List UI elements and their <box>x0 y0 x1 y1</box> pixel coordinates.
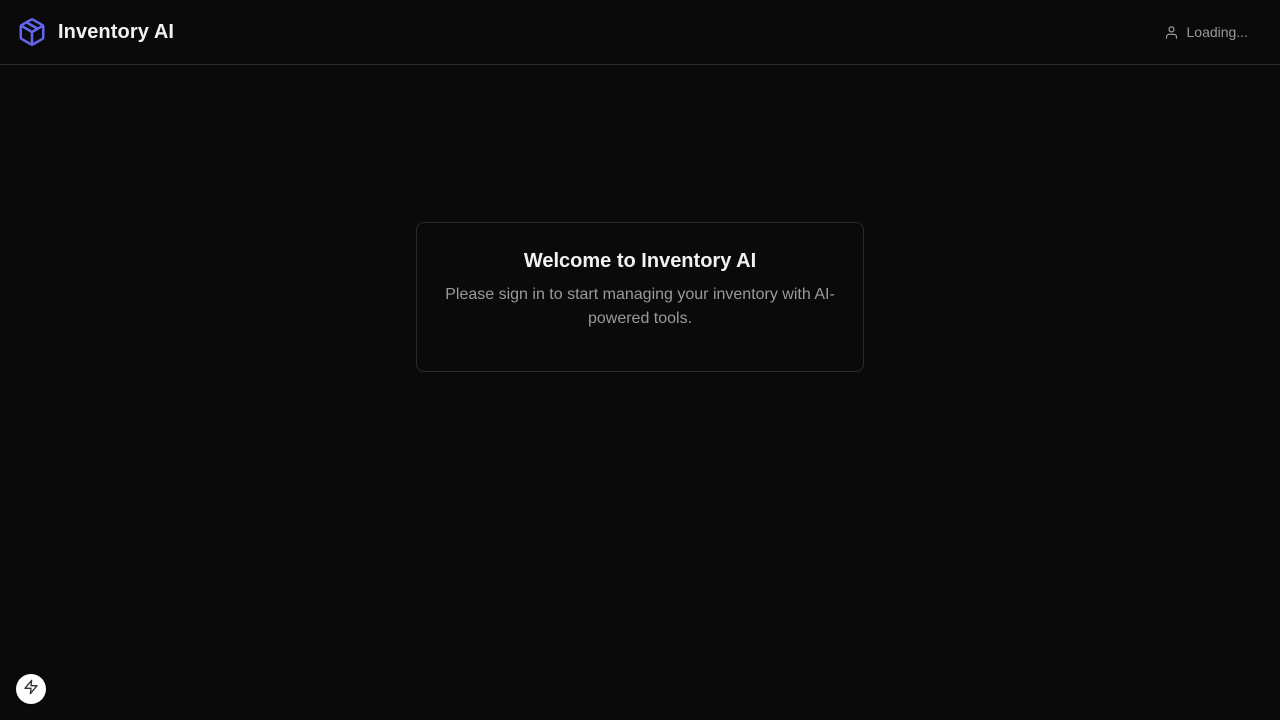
user-status-label: Loading... <box>1186 24 1249 40</box>
welcome-card: Welcome to Inventory AI Please sign in t… <box>416 222 864 372</box>
app-title: Inventory AI <box>58 20 175 43</box>
lightning-bolt-icon <box>23 679 39 700</box>
brand[interactable]: Inventory AI <box>16 16 174 48</box>
welcome-description: Please sign in to start managing your in… <box>445 286 835 327</box>
top-header: Inventory AI Loading... <box>0 0 1280 65</box>
welcome-title: Welcome to Inventory AI <box>523 250 757 272</box>
app-root: Inventory AI Loading... Welcome to Inven… <box>0 0 1280 720</box>
floating-action-button[interactable] <box>16 674 46 704</box>
user-icon <box>1164 24 1180 40</box>
package-icon <box>16 16 48 48</box>
user-status: Loading... <box>1164 24 1249 40</box>
